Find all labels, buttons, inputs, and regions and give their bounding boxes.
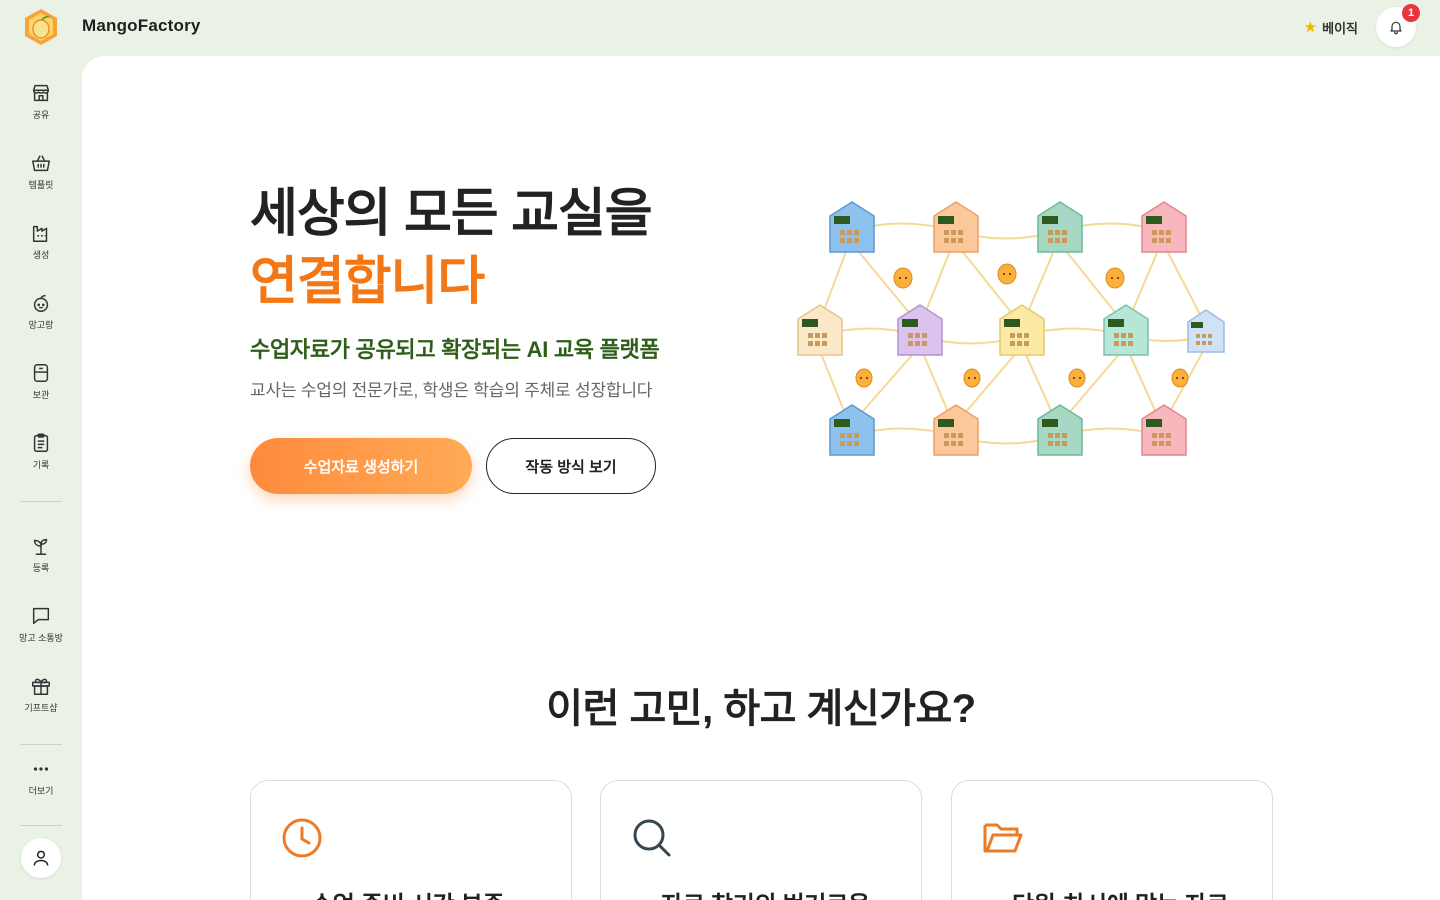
- classroom-house: [829, 201, 875, 253]
- sidebar-item-label: 망고랑: [28, 320, 54, 330]
- sidebar-item-giftshop[interactable]: 기프트샵: [0, 675, 82, 731]
- sprout-icon: [33, 538, 48, 555]
- sidebar-item-more[interactable]: 더보기: [0, 758, 82, 814]
- hero-subtitle: 수업자료가 공유되고 확장되는 AI 교육 플랫폼: [250, 337, 660, 362]
- sidebar-divider: [20, 825, 62, 826]
- storage-icon: [33, 364, 49, 382]
- factory-icon: [32, 225, 48, 242]
- hero-description: 교사는 수업의 전문가로, 학생은 학습의 주체로 성장합니다: [250, 381, 653, 400]
- sidebar-item-label: 공유: [32, 110, 50, 120]
- sidebar-item-create[interactable]: 생성: [0, 222, 82, 278]
- sidebar-item-label: 망고 소통방: [19, 633, 63, 643]
- sidebar-item-label: 템플릿: [28, 180, 54, 190]
- bell-icon: [1390, 21, 1402, 35]
- plan-badge[interactable]: ★ 베이직: [1304, 18, 1358, 37]
- problem-card-unit-material[interactable]: 단원·차시에 맞는 자료: [951, 780, 1273, 900]
- search-icon: [633, 819, 671, 857]
- main-content: 세상의 모든 교실을 연결합니다 수업자료가 공유되고 확장되는 AI 교육 플…: [82, 56, 1440, 900]
- sidebar-item-label: 보관: [32, 390, 50, 400]
- sidebar-divider: [20, 501, 62, 502]
- plan-label: 베이직: [1322, 21, 1358, 36]
- mango-icon: [33, 294, 49, 312]
- sidebar-item-storage[interactable]: 보관: [0, 362, 82, 418]
- user-avatar-button[interactable]: [21, 838, 61, 878]
- sidebar-item-label: 더보기: [28, 786, 54, 796]
- create-material-button[interactable]: 수업자료 생성하기: [250, 438, 472, 494]
- sidebar-item-register[interactable]: 등록: [0, 535, 82, 591]
- hero-title-line2: 연결합니다: [250, 253, 485, 311]
- sidebar-item-label: 기프트샵: [24, 703, 58, 713]
- sidebar-item-label: 기록: [32, 460, 50, 470]
- clock-icon: [282, 818, 322, 858]
- clipboard-icon: [33, 433, 49, 452]
- sidebar-item-label: 등록: [32, 563, 50, 573]
- sidebar-item-community[interactable]: 망고 소통방: [0, 605, 82, 661]
- problem-card-title: 단원·차시에 맞는 자료: [1012, 885, 1229, 900]
- sidebar-item-templates[interactable]: 템플릿: [0, 152, 82, 208]
- folder-open-icon: [983, 823, 1023, 853]
- problems-section-title: 이런 고민, 하고 계신가요?: [546, 687, 976, 731]
- notification-button[interactable]: 1: [1376, 4, 1420, 47]
- sidebar: 공유 템플릿 생성 망고랑 보관 기록 등록 망고 소통방 기프트샵 더보기: [0, 56, 82, 900]
- basket-icon: [32, 155, 50, 172]
- problem-card-prep-time[interactable]: 수업 준비 시간 부족: [250, 780, 572, 900]
- hero-title-line1: 세상의 모든 교실을: [250, 185, 653, 243]
- classroom-network-illustration: [797, 201, 1225, 456]
- sidebar-divider: [20, 744, 62, 745]
- how-it-works-button[interactable]: 작동 방식 보기: [486, 438, 656, 494]
- problem-card-search[interactable]: 자료 찾기의 번거로움: [600, 780, 922, 900]
- chat-icon: [32, 607, 50, 625]
- star-icon: ★: [1303, 19, 1318, 36]
- sidebar-item-share[interactable]: 공유: [0, 82, 82, 138]
- sidebar-item-mangorang[interactable]: 망고랑: [0, 292, 82, 348]
- user-icon: [33, 850, 49, 866]
- brand-name[interactable]: MangoFactory: [82, 16, 201, 36]
- sidebar-item-history[interactable]: 기록: [0, 432, 82, 488]
- problem-card-title: 자료 찾기의 번거로움: [661, 885, 870, 900]
- notification-badge: 1: [1402, 4, 1420, 22]
- more-icon: [33, 767, 49, 771]
- gift-icon: [32, 678, 50, 695]
- hero-title: 세상의 모든 교실을 연결합니다: [250, 180, 653, 316]
- top-bar: MangoFactory ★ 베이직 1: [0, 0, 1440, 56]
- problem-card-title: 수업 준비 시간 부족: [311, 885, 505, 900]
- mango-logo-icon[interactable]: [22, 8, 60, 46]
- sidebar-item-label: 생성: [32, 250, 50, 260]
- store-icon: [32, 84, 50, 102]
